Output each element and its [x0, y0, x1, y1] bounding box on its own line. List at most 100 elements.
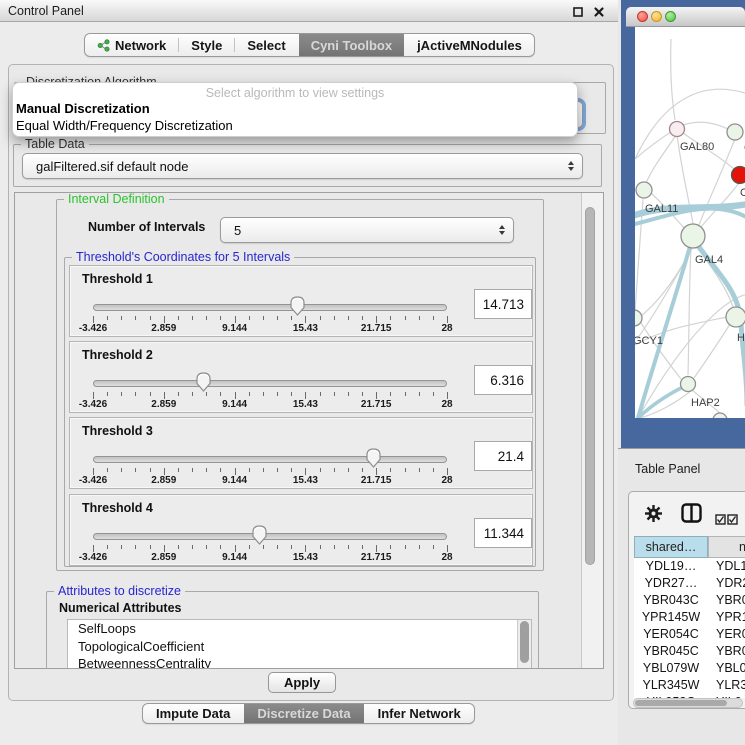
tab-select[interactable]: Select: [235, 34, 297, 56]
dropdown-option-manual-discretization[interactable]: Manual Discretization: [13, 100, 577, 117]
column-header-1[interactable]: shared…: [634, 536, 708, 558]
threshold-value-input[interactable]: [474, 289, 532, 319]
network-node-label: GAL4: [695, 254, 723, 266]
tab-discretize-data[interactable]: Discretize Data: [244, 704, 363, 723]
tab-cyni-toolbox[interactable]: Cyni Toolbox: [299, 34, 404, 56]
attribute-list-item[interactable]: BetweennessCentrality: [68, 655, 531, 669]
dropdown-option-equal-width-frequency[interactable]: Equal Width/Frequency Discretization: [13, 117, 577, 134]
column-layout-icon[interactable]: [681, 503, 702, 528]
threshold-slider-track[interactable]: [93, 456, 447, 463]
numerical-attributes-label: Numerical Attributes: [59, 601, 181, 615]
threshold-value-input[interactable]: [474, 441, 532, 471]
network-node-gal11[interactable]: [636, 182, 652, 198]
apply-button[interactable]: Apply: [268, 672, 336, 693]
axis-tick: [405, 316, 406, 320]
table-row[interactable]: YLR345WYLR3: [634, 677, 745, 694]
axis-tick: [419, 468, 420, 472]
axis-tick: [305, 545, 306, 552]
table-data-select[interactable]: galFiltered.sif default node: [22, 153, 583, 179]
tab-network[interactable]: Network: [85, 34, 178, 56]
checkbox-icon[interactable]: [727, 512, 738, 530]
scrollbar-thumb[interactable]: [585, 207, 595, 565]
attribute-list-item[interactable]: TopologicalCoefficient: [68, 638, 531, 656]
scrollbar-thumb[interactable]: [520, 621, 529, 663]
attributes-scrollbar[interactable]: [517, 620, 531, 669]
slider-thumb[interactable]: [289, 295, 306, 317]
network-node-gal4[interactable]: [681, 224, 705, 248]
axis-tick: [390, 545, 391, 549]
axis-tick: [390, 468, 391, 472]
axis-tick-label: 15.43: [293, 399, 318, 410]
number-of-intervals-select[interactable]: 5: [220, 217, 514, 243]
float-window-icon[interactable]: [572, 5, 584, 17]
zoom-traffic-light-icon[interactable]: [665, 11, 676, 22]
network-node-gal80[interactable]: [670, 122, 685, 137]
checkbox-icon[interactable]: [715, 512, 726, 530]
threshold-panel-3: Threshold 3-3.4262.8599.14415.4321.71528: [69, 417, 533, 489]
axis-tick: [93, 545, 94, 552]
axis-tick: [150, 545, 151, 549]
numerical-attributes-list[interactable]: SelfLoopsTopologicalCoefficientBetweenne…: [67, 619, 532, 669]
axis-tick: [348, 545, 349, 549]
axis-tick: [249, 468, 250, 472]
settings-gear-icon[interactable]: [645, 505, 662, 527]
column-header-2[interactable]: n: [708, 536, 745, 558]
axis-tick: [334, 316, 335, 320]
threshold-value-input[interactable]: [474, 518, 532, 548]
scrollbar-thumb[interactable]: [635, 700, 727, 706]
network-node-h[interactable]: [726, 307, 745, 327]
table-panel-header: Table Panel: [618, 448, 745, 491]
table-row[interactable]: YBR045CYBR0: [634, 643, 745, 660]
axis-tick: [249, 392, 250, 396]
minimize-traffic-light-icon[interactable]: [651, 11, 662, 22]
table-horizontal-scrollbar[interactable]: [633, 698, 743, 708]
threshold-value-input[interactable]: [474, 365, 532, 395]
tab-infer-network[interactable]: Infer Network: [365, 704, 474, 723]
table-row[interactable]: YBL079WYBL0: [634, 660, 745, 677]
combo-arrows-icon: [568, 161, 574, 171]
tab-impute-data[interactable]: Impute Data: [143, 704, 243, 723]
slider-thumb[interactable]: [195, 371, 212, 393]
axis-tick: [93, 392, 94, 399]
network-window-titlebar[interactable]: [626, 7, 745, 27]
threshold-label: Threshold 4: [82, 501, 153, 515]
table-row[interactable]: YBR043CYBR0: [634, 592, 745, 609]
group-title: Table Data: [21, 137, 89, 151]
attribute-list-item[interactable]: SelfLoops: [68, 620, 531, 638]
network-node-c[interactable]: [732, 167, 745, 184]
axis-tick: [249, 316, 250, 320]
tab-label: Network: [115, 38, 166, 53]
tab-label: Discretize Data: [257, 706, 350, 721]
axis-tick-label: 28: [441, 323, 452, 334]
close-traffic-light-icon[interactable]: [637, 11, 648, 22]
network-node-hap2[interactable]: [681, 377, 696, 392]
slider-thumb[interactable]: [365, 447, 382, 469]
axis-tick: [93, 316, 94, 323]
table-row[interactable]: YPR145WYPR1: [634, 609, 745, 626]
network-node-g[interactable]: [727, 124, 743, 140]
axis-tick: [235, 545, 236, 552]
table-row[interactable]: YDR27…YDR2: [634, 575, 745, 592]
tab-jactivemnodules[interactable]: jActiveMNodules: [405, 34, 534, 56]
threshold-slider-track[interactable]: [93, 533, 447, 540]
slider-thumb[interactable]: [251, 524, 268, 546]
network-canvas[interactable]: GAL80GCGAL11GAL4GCY1HHAP2: [635, 27, 745, 418]
axis-tick-label: 9.144: [222, 399, 247, 410]
threshold-slider-track[interactable]: [93, 304, 447, 311]
axis-tick: [220, 316, 221, 320]
table-cell: YBR045C: [634, 643, 708, 660]
screen: GAL80GCGAL11GAL4GCY1HHAP2 Table Panel: [0, 0, 745, 745]
threshold-panel-1: Threshold 1-3.4262.8599.14415.4321.71528: [69, 265, 533, 337]
tab-label: Cyni Toolbox: [311, 38, 392, 53]
axis-tick: [405, 545, 406, 549]
axis-tick: [107, 316, 108, 320]
network-node[interactable]: [713, 413, 727, 418]
tab-style[interactable]: Style: [179, 34, 234, 56]
main-scrollbar[interactable]: [581, 193, 603, 668]
table-panel-card: shared…n YDL19…YDL1YDR27…YDR2YBR043CYBR0…: [628, 491, 745, 709]
table-row[interactable]: YDL19…YDL1: [634, 558, 745, 575]
table-row[interactable]: YER054CYER0: [634, 626, 745, 643]
axis-tick: [235, 468, 236, 475]
close-panel-icon[interactable]: [593, 5, 605, 17]
threshold-slider-track[interactable]: [93, 380, 447, 387]
